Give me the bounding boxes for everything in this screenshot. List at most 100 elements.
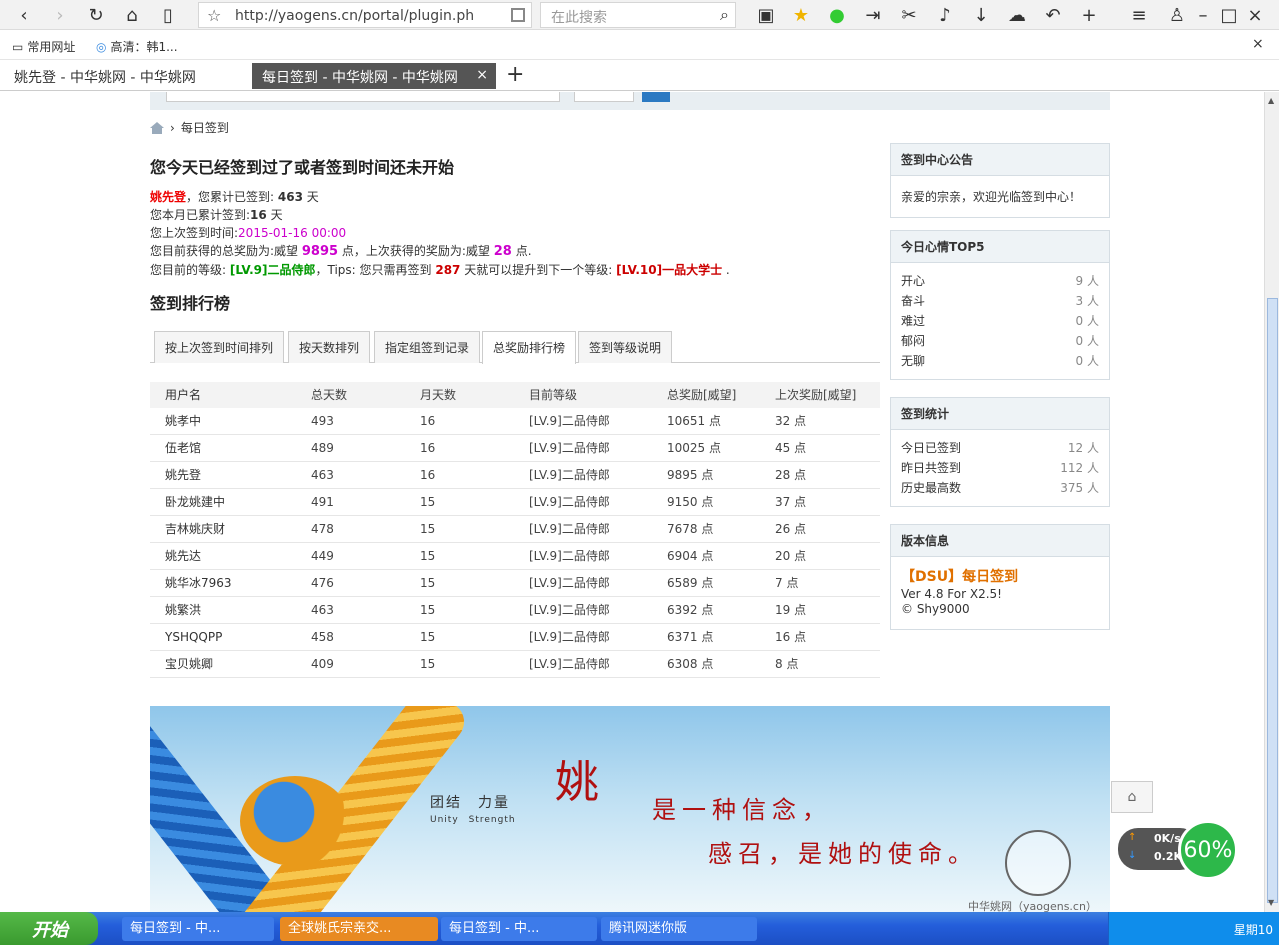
cell-username[interactable]: 宝贝姚卿	[165, 651, 213, 677]
stat-row: 难过 0 人	[901, 311, 1099, 331]
task-tencent[interactable]: 腾讯网迷你版	[601, 917, 757, 941]
cell-username[interactable]: 姚孝中	[165, 408, 201, 434]
table-header: 用户名 总天数 月天数 目前等级 总奖励[威望] 上次奖励[威望]	[150, 382, 880, 408]
breadcrumb-current[interactable]: 每日签到	[181, 119, 229, 136]
wechat-icon[interactable]: ●	[825, 3, 849, 27]
add-icon[interactable]: +	[1077, 3, 1101, 27]
search-placeholder[interactable]: 在此搜索	[551, 7, 607, 27]
bookmark-hd[interactable]: ◎ 高清：韩1...	[96, 38, 178, 55]
table-row: 姚孝中 493 16 [LV.9]二品侍郎 10651 点 32 点	[150, 408, 880, 435]
sidebar-toggle-icon[interactable]: ⇥	[861, 3, 885, 27]
table-row: 姚华冰7963 476 15 [LV.9]二品侍郎 6589 点 7 点	[150, 570, 880, 597]
site-search-input[interactable]	[166, 92, 560, 102]
cell-level: [LV.9]二品侍郎	[529, 441, 610, 455]
cell-total-reward: 9150 点	[667, 495, 714, 509]
stat-row: 历史最高数 375 人	[901, 478, 1099, 498]
plugin-author: © Shy9000	[901, 602, 970, 616]
remaining-days-value: 287	[435, 263, 461, 277]
close-window-icon[interactable]: ×	[1243, 3, 1267, 27]
stat-label: 开心	[901, 274, 926, 288]
tray-clock[interactable]: 星期10	[1234, 921, 1273, 938]
ie-icon: ◎	[96, 39, 107, 54]
cloud-icon[interactable]: ☁	[1005, 3, 1029, 27]
stat-label: 今日已签到	[901, 441, 962, 455]
search-icon[interactable]: ⌕	[720, 5, 729, 25]
stat-row: 无聊 0 人	[901, 351, 1099, 371]
site-search-button[interactable]	[642, 92, 670, 102]
stats-list: 今日已签到 12 人昨日共签到 112 人历史最高数 375 人	[891, 430, 1109, 506]
task-signin-2[interactable]: 每日签到 - 中...	[441, 917, 597, 941]
bookmark-star-icon[interactable]: ☆	[207, 6, 221, 25]
qr-code-icon[interactable]	[511, 8, 525, 22]
cell-username[interactable]: 姚繁洪	[165, 597, 201, 623]
train-icon[interactable]: ▣	[754, 3, 778, 27]
home-icon[interactable]: ⌂	[120, 3, 144, 27]
scroll-down-icon[interactable]: ▼	[1268, 898, 1274, 907]
tab-total-reward[interactable]: 总奖励排行榜	[482, 331, 577, 364]
cell-total-days: 478	[311, 522, 334, 536]
start-button[interactable]: 开始	[0, 912, 98, 945]
cell-username[interactable]: 姚先登	[165, 462, 201, 488]
memory-percent: 60%	[1178, 820, 1238, 880]
minimize-icon[interactable]: –	[1191, 3, 1215, 27]
close-bookmarks-icon[interactable]: ×	[1252, 36, 1264, 52]
scissors-icon[interactable]: ✂	[897, 3, 921, 27]
scroll-up-icon[interactable]: ▲	[1268, 96, 1274, 105]
table-row: 吉林姚庆财 478 15 [LV.9]二品侍郎 7678 点 26 点	[150, 516, 880, 543]
tab-level-info[interactable]: 签到等级说明	[578, 331, 673, 363]
cell-username[interactable]: YSHQQPP	[165, 624, 222, 650]
cell-username[interactable]: 姚先达	[165, 543, 201, 569]
home-icon[interactable]	[150, 121, 164, 134]
address-bar[interactable]: ☆ http://yaogens.cn/portal/plugin.php?	[198, 2, 532, 28]
url-text[interactable]: http://yaogens.cn/portal/plugin.php?	[235, 8, 475, 24]
download-icon[interactable]: ↓	[969, 3, 993, 27]
cell-last-reward: 28 点	[775, 468, 807, 482]
cell-username[interactable]: 吉林姚庆财	[165, 516, 225, 542]
stat-label: 无聊	[901, 354, 926, 368]
user-icon[interactable]: ♙	[1165, 3, 1189, 27]
cell-username[interactable]: 姚华冰7963	[165, 570, 232, 596]
network-speed-widget[interactable]: ↑ ↓ 0K/s 0.2K/s 60%	[1118, 820, 1238, 880]
tab-user-profile[interactable]: 姚先登 - 中华姚网 - 中华姚网	[4, 63, 244, 89]
bookmark-common[interactable]: ▭ 常用网址	[12, 38, 75, 55]
tab-by-days[interactable]: 按天数排列	[288, 331, 371, 363]
task-signin-1[interactable]: 每日签到 - 中...	[122, 917, 274, 941]
info-text: 天	[306, 190, 319, 204]
favorites-star-icon[interactable]: ★	[789, 3, 813, 27]
reload-icon[interactable]: ↻	[84, 3, 108, 27]
cell-total-reward: 6371 点	[667, 630, 714, 644]
page-scrollbar[interactable]: ▲ ▼	[1264, 92, 1279, 912]
tab-daily-signin[interactable]: 每日签到 - 中华姚网 - 中华姚网 ×	[252, 63, 496, 89]
back-icon[interactable]: ‹	[12, 3, 36, 27]
volume-icon[interactable]: ♪	[933, 3, 957, 27]
undo-icon[interactable]: ↶	[1041, 3, 1065, 27]
plugin-name[interactable]: 【DSU】每日签到	[901, 567, 1099, 587]
maximize-icon[interactable]: □	[1217, 3, 1241, 27]
cell-last-reward: 32 点	[775, 414, 807, 428]
stat-row: 今日已签到 12 人	[901, 438, 1099, 458]
cell-total-reward: 7678 点	[667, 522, 714, 536]
task-clan-forum[interactable]: 全球姚氏宗亲交...	[280, 917, 438, 941]
tab-by-last-signin[interactable]: 按上次签到时间排列	[154, 331, 285, 363]
info-text: 您目前获得的总奖励为:威望	[150, 244, 299, 258]
cell-username[interactable]: 卧龙姚建中	[165, 489, 225, 515]
reader-icon[interactable]: ▯	[156, 3, 180, 27]
browser-search-box[interactable]: 在此搜索 ⌕	[540, 2, 736, 28]
close-tab-icon[interactable]: ×	[476, 67, 488, 83]
tab-label: 姚先登 - 中华姚网 - 中华姚网	[14, 70, 196, 86]
banner-line-2: 感召，是她的使命。	[708, 840, 978, 868]
back-to-top-button[interactable]: ⌂	[1111, 781, 1153, 813]
new-tab-icon[interactable]: +	[506, 62, 524, 87]
site-search-select[interactable]	[574, 92, 634, 102]
banner-line-1: 是一种信念，	[652, 796, 832, 824]
menu-icon[interactable]: ≡	[1127, 3, 1151, 27]
tab-group-records[interactable]: 指定组签到记录	[374, 331, 481, 363]
cell-username[interactable]: 伍老馆	[165, 435, 201, 461]
rank-tabs: 按上次签到时间排列 按天数排列 指定组签到记录 总奖励排行榜 签到等级说明	[150, 331, 880, 364]
user-name-link[interactable]: 姚先登	[150, 190, 186, 204]
stat-label: 奋斗	[901, 294, 926, 308]
forward-icon[interactable]: ›	[48, 3, 72, 27]
scrollbar-thumb[interactable]	[1267, 298, 1278, 903]
stat-value: 0 人	[1075, 354, 1099, 368]
folder-icon: ▭	[12, 39, 24, 54]
